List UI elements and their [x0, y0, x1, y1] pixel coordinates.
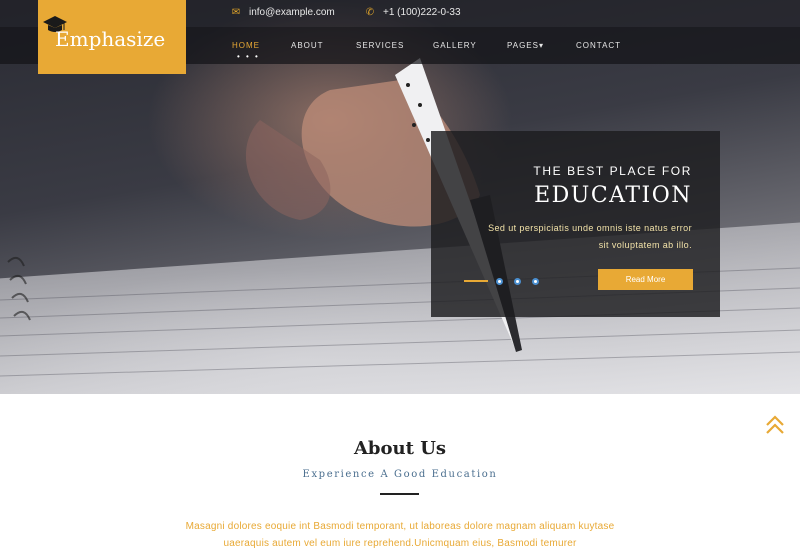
- logo-text: Emphasize: [55, 27, 166, 51]
- about-text: Masagni dolores eoquie int Basmodi tempo…: [0, 518, 800, 552]
- hero-caption-box: THE BEST PLACE FOR EDUCATION Sed ut pers…: [431, 131, 720, 317]
- email-text[interactable]: info@example.com: [249, 7, 335, 18]
- about-text-line-2: uaeraquis autem vel eum iure reprehend.U…: [223, 538, 577, 549]
- hero-subtitle: THE BEST PLACE FOR: [533, 164, 692, 178]
- nav-item-about[interactable]: ABOUT: [291, 41, 324, 50]
- nav-item-home[interactable]: HOME: [232, 41, 260, 50]
- about-divider: [380, 493, 419, 495]
- envelope-icon: ✉: [231, 7, 241, 18]
- phone-contact[interactable]: ✆ +1 (100)222-0-33: [365, 7, 461, 18]
- nav-item-gallery[interactable]: GALLERY: [433, 41, 477, 50]
- hero-description-line-2: sit voluptatem ab illo.: [598, 240, 692, 250]
- phone-icon: ✆: [365, 7, 375, 18]
- about-text-line-1: Masagni dolores eoquie int Basmodi tempo…: [185, 521, 615, 532]
- nav-item-contact[interactable]: CONTACT: [576, 41, 621, 50]
- hero-title: EDUCATION: [534, 183, 692, 208]
- slider-dot-2[interactable]: [496, 278, 503, 285]
- slider-dot-3[interactable]: [514, 278, 521, 285]
- email-contact[interactable]: ✉ info@example.com: [231, 7, 335, 18]
- site-logo[interactable]: Emphasize: [38, 0, 186, 74]
- chevron-down-icon: ▾: [538, 41, 544, 50]
- hero-description: Sed ut perspiciatis unde omnis iste natu…: [442, 220, 692, 254]
- hero-description-line-1: Sed ut perspiciatis unde omnis iste natu…: [488, 223, 692, 233]
- about-title: About Us: [353, 438, 447, 459]
- slider-active-indicator[interactable]: [464, 280, 488, 282]
- phone-text[interactable]: +1 (100)222-0-33: [383, 7, 461, 18]
- active-nav-indicator: • • •: [237, 52, 260, 61]
- about-subtitle: Experience A Good Education: [302, 469, 498, 480]
- nav-item-pages[interactable]: PAGES▾: [507, 41, 544, 50]
- double-chevron-up-icon[interactable]: [764, 414, 786, 436]
- read-more-button[interactable]: Read More: [598, 269, 693, 290]
- slider-dot-4[interactable]: [532, 278, 539, 285]
- nav-item-services[interactable]: SERVICES: [356, 41, 404, 50]
- nav-item-pages-label: PAGES: [507, 41, 539, 50]
